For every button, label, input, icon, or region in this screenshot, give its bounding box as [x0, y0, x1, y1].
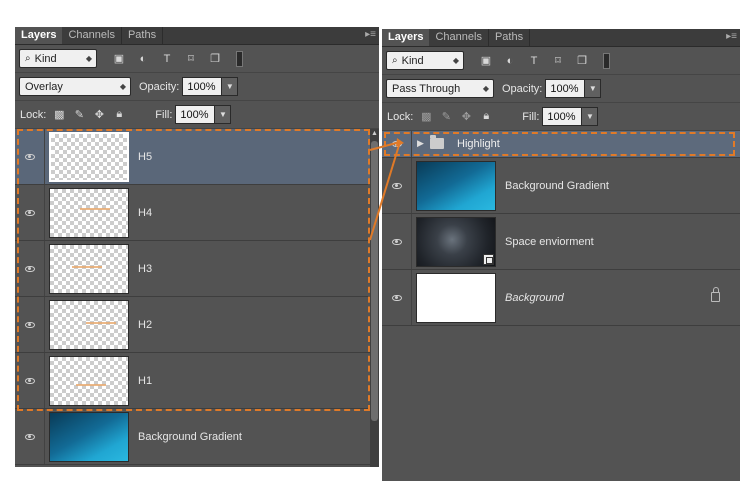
scroll-up-icon[interactable]: ▲	[371, 130, 378, 138]
lock-transparent-icon[interactable]: ▩	[52, 108, 66, 122]
fill-dropdown-icon[interactable]: ▼	[215, 105, 232, 124]
layer-row[interactable]: Background Gradient	[15, 409, 370, 465]
opacity-input[interactable]: 100%	[545, 79, 586, 98]
layers-panel-right: Layers Channels Paths ▸≡ ⌕ Kind ◆ ▣ ◐ T …	[382, 29, 740, 481]
lock-transparent-icon[interactable]: ▩	[419, 110, 433, 124]
panel-tabs: Layers Channels Paths ▸≡	[15, 27, 379, 45]
fill-input[interactable]: 100%	[175, 105, 216, 124]
layer-row[interactable]: Background	[382, 270, 740, 326]
filter-row: ⌕ Kind ◆ ▣ ◐ T ⌑ ❐	[382, 47, 740, 75]
image-filter-icon[interactable]: ▣	[479, 54, 493, 68]
type-filter-icon[interactable]: T	[160, 52, 174, 66]
lock-all-icon[interactable]: 🔒︎	[479, 110, 493, 124]
shape-filter-icon[interactable]: ⌑	[184, 52, 198, 66]
layer-name: Space enviorment	[505, 236, 594, 248]
visibility-eye-icon[interactable]	[15, 409, 45, 464]
scroll-thumb[interactable]	[371, 141, 378, 421]
blend-mode-select[interactable]: Overlay ◆	[19, 77, 131, 96]
filter-row: ⌕ Kind ◆ ▣ ◐ T ⌑ ❐	[15, 45, 379, 73]
lock-row: Lock: ▩ ✎ ✥ 🔒︎ Fill: 100% ▼	[382, 103, 740, 131]
panel-tabs: Layers Channels Paths ▸≡	[382, 29, 740, 47]
filter-toggle-icon[interactable]	[599, 52, 613, 69]
panel-menu-icon[interactable]: ▸≡	[365, 29, 376, 41]
opacity-dropdown-icon[interactable]: ▼	[222, 77, 239, 96]
lock-position-move-icon[interactable]: ✥	[92, 108, 106, 122]
tab-layers[interactable]: Layers	[382, 29, 430, 46]
tab-paths[interactable]: Paths	[489, 29, 531, 46]
lock-label: Lock:	[387, 110, 414, 123]
layer-thumbnail	[416, 217, 496, 267]
opacity-label: Opacity:	[139, 80, 180, 93]
annotation-dashed-box-right	[384, 132, 735, 156]
layer-row[interactable]: Background Gradient	[382, 158, 740, 214]
lock-position-move-icon[interactable]: ✥	[459, 110, 473, 124]
lock-image-brush-icon[interactable]: ✎	[439, 110, 453, 124]
layer-row[interactable]: Space enviorment	[382, 214, 740, 270]
layer-thumbnail	[49, 412, 129, 462]
layer-name: Background Gradient	[505, 180, 609, 192]
filter-toggle-icon[interactable]	[232, 50, 246, 67]
smart-object-filter-icon[interactable]: ❐	[208, 52, 222, 66]
blend-row: Overlay ◆ Opacity: 100% ▼	[15, 73, 379, 101]
tab-channels[interactable]: Channels	[62, 27, 122, 44]
stepper-icon: ◆	[85, 54, 92, 63]
tab-channels[interactable]: Channels	[429, 29, 489, 46]
layer-lock-icon[interactable]	[711, 287, 720, 302]
smart-object-filter-icon[interactable]: ❐	[575, 54, 589, 68]
layer-thumbnail	[416, 161, 496, 211]
search-icon: ⌕	[392, 55, 398, 66]
stepper-icon: ◆	[452, 56, 459, 65]
blend-mode-select[interactable]: Pass Through ◆	[386, 79, 494, 98]
image-filter-icon[interactable]: ▣	[112, 52, 126, 66]
tab-layers[interactable]: Layers	[15, 27, 63, 44]
layers-scrollbar[interactable]: ▲	[370, 129, 379, 467]
layer-thumbnail	[416, 273, 496, 323]
visibility-eye-icon[interactable]	[382, 214, 412, 269]
search-icon: ⌕	[25, 53, 31, 64]
lock-label: Lock:	[20, 108, 47, 121]
fill-label: Fill:	[155, 108, 173, 121]
lock-all-icon[interactable]: 🔒︎	[112, 108, 126, 122]
annotation-dashed-box-left	[17, 129, 370, 411]
adjustment-filter-icon[interactable]: ◐	[503, 54, 517, 68]
tab-paths[interactable]: Paths	[122, 27, 164, 44]
visibility-eye-icon[interactable]	[382, 158, 412, 213]
adjustment-filter-icon[interactable]: ◐	[136, 52, 150, 66]
blend-row: Pass Through ◆ Opacity: 100% ▼	[382, 75, 740, 103]
opacity-dropdown-icon[interactable]: ▼	[585, 79, 602, 98]
layer-list: ▶ Highlight Background Gradient Space en…	[382, 131, 740, 481]
layer-name: Background	[505, 292, 564, 304]
fill-dropdown-icon[interactable]: ▼	[582, 107, 599, 126]
fill-label: Fill:	[522, 110, 540, 123]
layer-name: Background Gradient	[138, 431, 242, 443]
type-filter-icon[interactable]: T	[527, 54, 541, 68]
smart-object-badge-icon	[483, 254, 494, 265]
stepper-icon: ◆	[482, 84, 489, 93]
fill-input[interactable]: 100%	[542, 107, 583, 126]
lock-row: Lock: ▩ ✎ ✥ 🔒︎ Fill: 100% ▼	[15, 101, 379, 129]
visibility-eye-icon[interactable]	[382, 270, 412, 325]
panel-menu-icon[interactable]: ▸≡	[726, 31, 737, 43]
stepper-icon: ◆	[119, 82, 126, 91]
lock-image-brush-icon[interactable]: ✎	[72, 108, 86, 122]
filter-kind-select[interactable]: ⌕ Kind ◆	[386, 51, 464, 70]
opacity-input[interactable]: 100%	[182, 77, 223, 96]
shape-filter-icon[interactable]: ⌑	[551, 54, 565, 68]
filter-kind-select[interactable]: ⌕ Kind ◆	[19, 49, 97, 68]
opacity-label: Opacity:	[502, 82, 543, 95]
